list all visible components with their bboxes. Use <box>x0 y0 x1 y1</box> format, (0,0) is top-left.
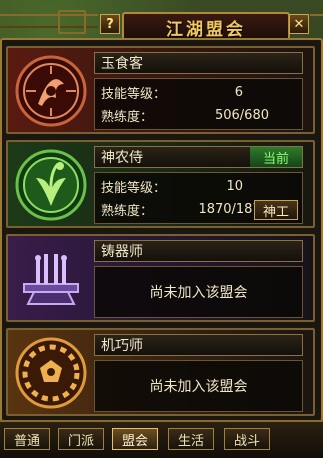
proficiency-row: 熟练度： 506/680 <box>101 105 269 125</box>
help-button[interactable]: ? <box>100 14 120 34</box>
title-ornament-right <box>310 14 323 28</box>
bottom-tab-bar: 普通 门派 盟会 生活 战斗 <box>0 420 323 458</box>
guild-name-bar: 神农侍 当前 <box>94 146 303 168</box>
title-bar: ? 江湖盟会 ✕ <box>0 0 323 40</box>
guild-info: 技能等级： 10 熟练度： 1870/1870 神工 <box>94 172 303 224</box>
guild-info: 技能等级： 6 熟练度： 506/680 <box>94 78 303 130</box>
guild-name: 机巧师 <box>101 338 143 354</box>
title-ornament-left <box>0 10 98 34</box>
artisan-emblem-icon <box>14 336 88 410</box>
guild-name-bar: 玉食客 <box>94 52 303 74</box>
window-title: 江湖盟会 <box>166 19 246 40</box>
cook-emblem-icon <box>14 54 88 128</box>
divine-craft-button[interactable]: 神工 <box>254 200 298 220</box>
guild-info: 尚未加入该盟会 <box>94 266 303 318</box>
tab-guild[interactable]: 盟会 <box>112 428 158 450</box>
tab-life[interactable]: 生活 <box>168 428 214 450</box>
guild-name: 神农侍 <box>101 150 143 166</box>
guild-card-cook[interactable]: 玉食客 技能等级： 6 熟练度： 506/680 <box>6 46 315 134</box>
not-joined-text: 尚未加入该盟会 <box>149 285 248 301</box>
skill-level-label: 技能等级： <box>101 86 167 102</box>
guild-name-bar: 机巧师 <box>94 334 303 356</box>
skill-level-value: 10 <box>226 178 243 194</box>
guild-list-panel: 玉食客 技能等级： 6 熟练度： 506/680 神农侍 当前 技能等级： 10… <box>0 38 323 422</box>
title-plate: 江湖盟会 <box>122 12 290 40</box>
proficiency-row: 熟练度： 1870/1870 <box>101 199 269 219</box>
skill-level-row: 技能等级： 10 <box>101 176 243 196</box>
close-button[interactable]: ✕ <box>289 14 309 34</box>
tab-combat[interactable]: 战斗 <box>224 428 270 450</box>
herbalist-emblem-icon <box>14 148 88 222</box>
tab-sect[interactable]: 门派 <box>58 428 104 450</box>
guild-name-bar: 铸器师 <box>94 240 303 262</box>
proficiency-label: 熟练度： <box>101 203 154 219</box>
tab-general[interactable]: 普通 <box>4 428 50 450</box>
proficiency-value: 506/680 <box>214 107 269 123</box>
guild-name: 玉食客 <box>101 56 143 72</box>
guild-card-smith[interactable]: 铸器师 尚未加入该盟会 <box>6 234 315 322</box>
skill-level-row: 技能等级： 6 <box>101 82 243 102</box>
skill-level-label: 技能等级： <box>101 180 167 196</box>
skill-level-value: 6 <box>234 84 243 100</box>
smith-emblem-icon <box>14 242 88 316</box>
current-guild-badge: 当前 <box>250 147 302 167</box>
guild-name: 铸器师 <box>101 244 143 260</box>
guild-card-herbalist[interactable]: 神农侍 当前 技能等级： 10 熟练度： 1870/1870 神工 <box>6 140 315 228</box>
proficiency-label: 熟练度： <box>101 109 154 125</box>
